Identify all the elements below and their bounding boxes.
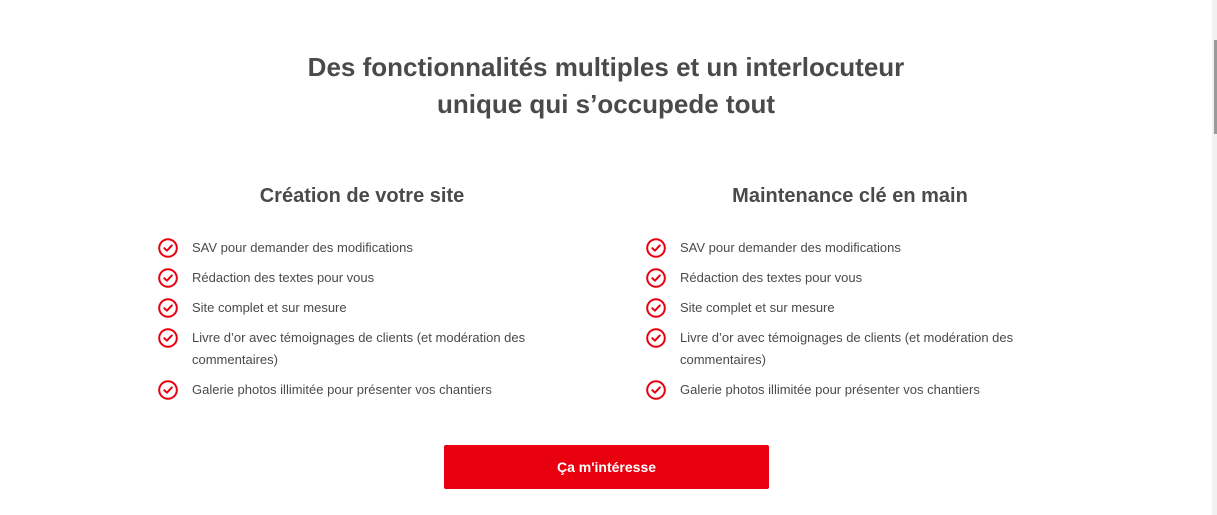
feature-column-creation: Création de votre site SAV pour demander… bbox=[157, 180, 567, 400]
feature-text: Site complet et sur mesure bbox=[192, 300, 347, 315]
check-circle-icon bbox=[646, 238, 666, 258]
check-circle-icon bbox=[158, 380, 178, 400]
check-circle-icon bbox=[158, 268, 178, 288]
page-title-line-1: Des fonctionnalités multiples et un inte… bbox=[307, 52, 905, 82]
feature-list: SAV pour demander des modifications Réda… bbox=[645, 237, 1055, 409]
feature-item: SAV pour demander des modifications bbox=[645, 237, 1055, 259]
page-scrollbar[interactable] bbox=[1212, 0, 1217, 515]
feature-text: Livre d’or avec témoignages de clients (… bbox=[192, 330, 526, 367]
feature-text: Rédaction des textes pour vous bbox=[192, 270, 375, 285]
check-circle-icon bbox=[646, 328, 666, 348]
check-circle-icon bbox=[646, 298, 666, 318]
page-title: Des fonctionnalités multiples et un inte… bbox=[0, 49, 1212, 123]
feature-item: Galerie photos illimitée pour présenter … bbox=[645, 379, 1055, 401]
feature-item: Rédaction des textes pour vous bbox=[645, 267, 1055, 289]
feature-item: Site complet et sur mesure bbox=[645, 297, 1055, 319]
feature-item: Livre d’or avec témoignages de clients (… bbox=[645, 327, 1055, 371]
feature-text: SAV pour demander des modifications bbox=[680, 240, 901, 255]
feature-text: Rédaction des textes pour vous bbox=[680, 270, 863, 285]
feature-text: Galerie photos illimitée pour présenter … bbox=[192, 382, 492, 397]
interest-button[interactable]: Ça m'intéresse bbox=[444, 445, 769, 489]
feature-item: Galerie photos illimitée pour présenter … bbox=[157, 379, 567, 401]
feature-text: SAV pour demander des modifications bbox=[192, 240, 413, 255]
feature-text: Galerie photos illimitée pour présenter … bbox=[680, 382, 980, 397]
feature-text: Site complet et sur mesure bbox=[680, 300, 835, 315]
column-title: Maintenance clé en main bbox=[732, 185, 968, 207]
feature-text: Livre d’or avec témoignages de clients (… bbox=[680, 330, 1014, 367]
page-title-line-2: unique qui s’occupede tout bbox=[437, 89, 775, 119]
check-circle-icon bbox=[158, 328, 178, 348]
feature-item: SAV pour demander des modifications bbox=[157, 237, 567, 259]
column-title: Création de votre site bbox=[259, 185, 465, 207]
check-circle-icon bbox=[646, 380, 666, 400]
check-circle-icon bbox=[646, 268, 666, 288]
check-circle-icon bbox=[158, 238, 178, 258]
feature-column-maintenance: Maintenance clé en main SAV pour demande… bbox=[645, 180, 1055, 400]
feature-item: Rédaction des textes pour vous bbox=[157, 267, 567, 289]
feature-item: Site complet et sur mesure bbox=[157, 297, 567, 319]
check-circle-icon bbox=[158, 298, 178, 318]
page: Des fonctionnalités multiples et un inte… bbox=[0, 0, 1217, 515]
feature-list: SAV pour demander des modifications Réda… bbox=[157, 237, 567, 409]
feature-item: Livre d’or avec témoignages de clients (… bbox=[157, 327, 567, 371]
